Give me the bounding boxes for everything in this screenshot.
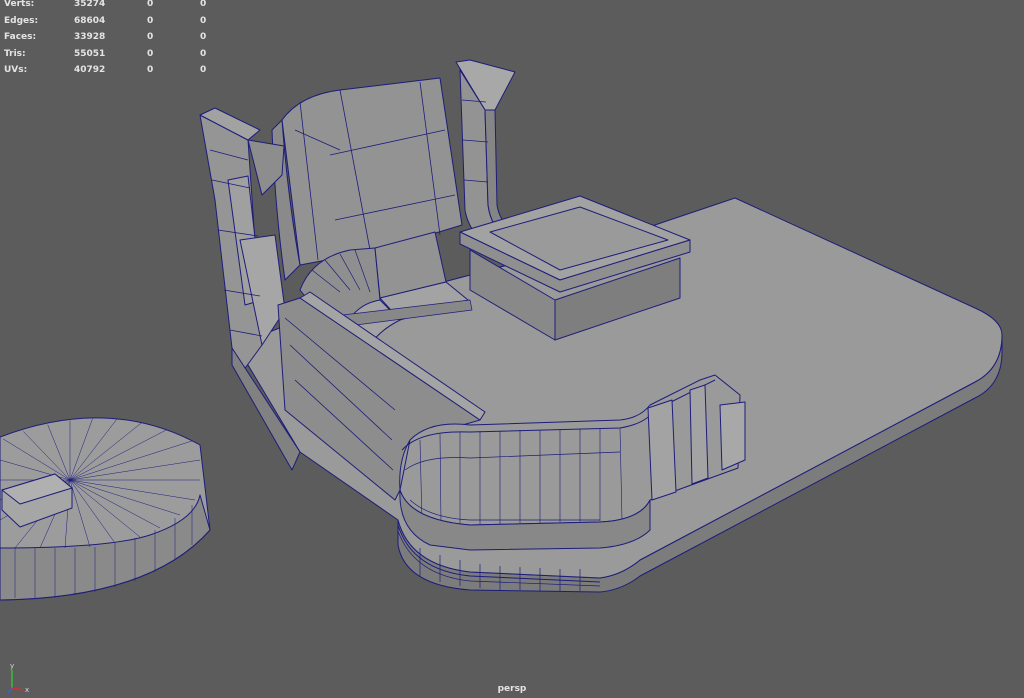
hud-value-total: 35274 — [74, 0, 106, 9]
poly-count-hud: Verts: 35274 0 0 Edges: 68604 0 0 Faces:… — [4, 0, 224, 79]
hud-label: Edges: — [4, 15, 39, 26]
hud-value-total: 68604 — [74, 15, 106, 26]
hud-label: Verts: — [4, 0, 35, 9]
hud-value-selected: 0 — [147, 0, 154, 9]
hud-value-selected: 0 — [147, 65, 154, 75]
hud-value-total: 33928 — [74, 32, 106, 42]
hud-row-tris: Tris: 55051 0 0 — [4, 46, 224, 63]
hud-label: UVs: — [4, 65, 28, 75]
hud-value-extra: 0 — [200, 48, 207, 59]
hud-value-extra: 0 — [200, 32, 207, 42]
hud-value-selected: 0 — [147, 15, 154, 26]
hud-label: Faces: — [4, 32, 37, 42]
hud-row-verts: Verts: 35274 0 0 — [4, 0, 224, 13]
round-platform-mesh[interactable] — [0, 412, 211, 601]
hud-row-uvs: UVs: 40792 0 0 — [4, 62, 224, 79]
hud-value-extra: 0 — [200, 15, 207, 26]
hud-value-total: 55051 — [74, 48, 106, 59]
hud-label: Tris: — [4, 48, 26, 59]
hud-value-extra: 0 — [200, 65, 207, 75]
hud-value-extra: 0 — [200, 0, 207, 9]
viewport-3d[interactable] — [0, 0, 1024, 698]
hud-value-selected: 0 — [147, 48, 154, 59]
camera-label: persp — [497, 684, 527, 694]
hud-value-selected: 0 — [147, 32, 154, 42]
hud-row-edges: Edges: 68604 0 0 — [4, 13, 224, 30]
y-axis-label: y — [10, 662, 14, 670]
hud-value-total: 40792 — [74, 65, 106, 75]
hud-row-faces: Faces: 33928 0 0 — [4, 29, 224, 46]
